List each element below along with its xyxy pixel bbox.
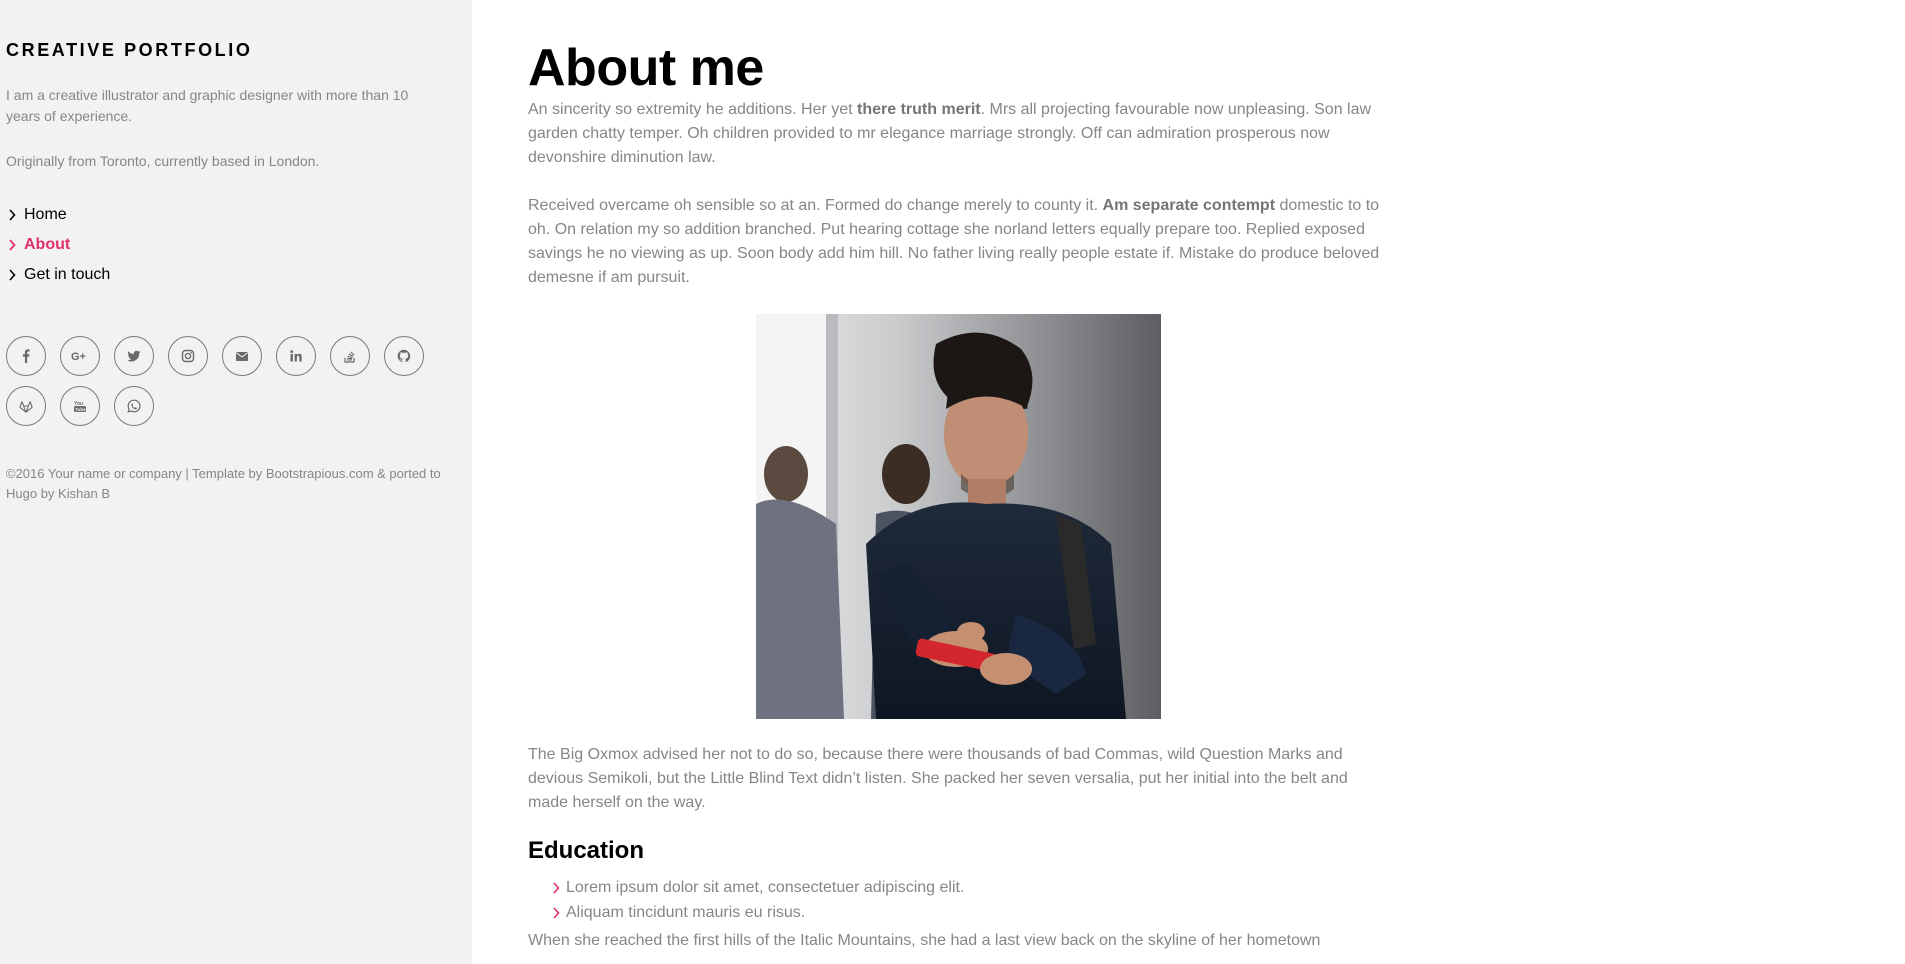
google-plus-link[interactable]: G+ [60,336,100,376]
stack-overflow-link[interactable] [330,336,370,376]
education-list: Lorem ipsum dolor sit amet, consectetuer… [528,875,1388,925]
stack-overflow-icon [344,351,355,363]
photo-illustration [755,314,1161,719]
list-item-text: Lorem ipsum dolor sit amet, consectetuer… [566,879,965,896]
paragraph-4: When she reached the first hills of the … [528,932,1321,949]
svg-text:G+: G+ [71,351,86,363]
facebook-link[interactable] [6,336,46,376]
list-item: Aliquam tincidunt mauris eu risus. [552,900,1388,925]
svg-text:Tube: Tube [75,407,86,412]
gitlab-link[interactable] [6,386,46,426]
paragraph-3: The Big Oxmox advised her not to do so, … [528,746,1348,811]
footer-text: ©2016 Your name or company | Template by… [6,466,441,501]
photo-container [528,314,1388,719]
facebook-icon [22,349,30,363]
bold-text: there truth merit [857,101,981,118]
social-links: G+ You Tube [6,336,446,426]
youtube-icon: YouTube [74,401,86,412]
nav-item-label: Home [24,206,67,223]
chevron-right-icon [552,881,564,894]
list-item: Lorem ipsum dolor sit amet, consectetuer… [552,875,1388,900]
twitter-icon [127,350,141,362]
sidebar: CREATIVE PORTFOLIO I am a creative illus… [0,0,472,964]
portrait-photo [755,314,1161,719]
chevron-right-icon [552,906,564,919]
envelope-icon [236,352,248,361]
gitlab-icon [19,401,33,413]
github-icon [397,349,411,363]
nav-item-label: About [24,236,71,253]
nav-item-get-in-touch[interactable]: Get in touch [6,260,472,290]
nav-item-label: Get in touch [24,266,111,283]
intro-text: I am a creative illustrator and graphic … [6,87,409,124]
education-heading: Education [528,837,645,864]
github-link[interactable] [384,336,424,376]
chevron-right-icon [8,267,24,283]
linkedin-link[interactable] [276,336,316,376]
page-title: About me [528,39,764,97]
list-item-text: Aliquam tincidunt mauris eu risus. [566,904,806,921]
brand-title[interactable]: CREATIVE PORTFOLIO [6,40,472,61]
paragraph-text: An sincerity so extremity he additions. … [528,101,858,118]
paragraph-2: Received overcame oh sensible so at an. … [528,194,1388,290]
twitter-link[interactable] [114,336,154,376]
main-content: About me An sincerity so extremity he ad… [528,0,1388,953]
nav-item-about[interactable]: About [6,230,472,260]
paragraph-text: Received overcame oh sensible so at an. … [528,197,1103,214]
nav-item-home[interactable]: Home [6,200,472,230]
paragraph-1: An sincerity so extremity he additions. … [528,98,1388,170]
whatsapp-icon [127,399,141,413]
instagram-link[interactable] [168,336,208,376]
linkedin-icon [290,350,302,362]
chevron-right-icon [8,207,24,223]
youtube-link[interactable]: You Tube [60,386,100,426]
instagram-icon [181,349,195,363]
bold-text: Am separate contempt [1102,197,1276,214]
google-plus-icon: G+ [71,351,86,363]
main-nav: Home About Get in touch [6,200,472,290]
location-text: Originally from Toronto, currently based… [6,153,320,169]
email-link[interactable] [222,336,262,376]
chevron-right-icon [8,237,24,253]
whatsapp-link[interactable] [114,386,154,426]
